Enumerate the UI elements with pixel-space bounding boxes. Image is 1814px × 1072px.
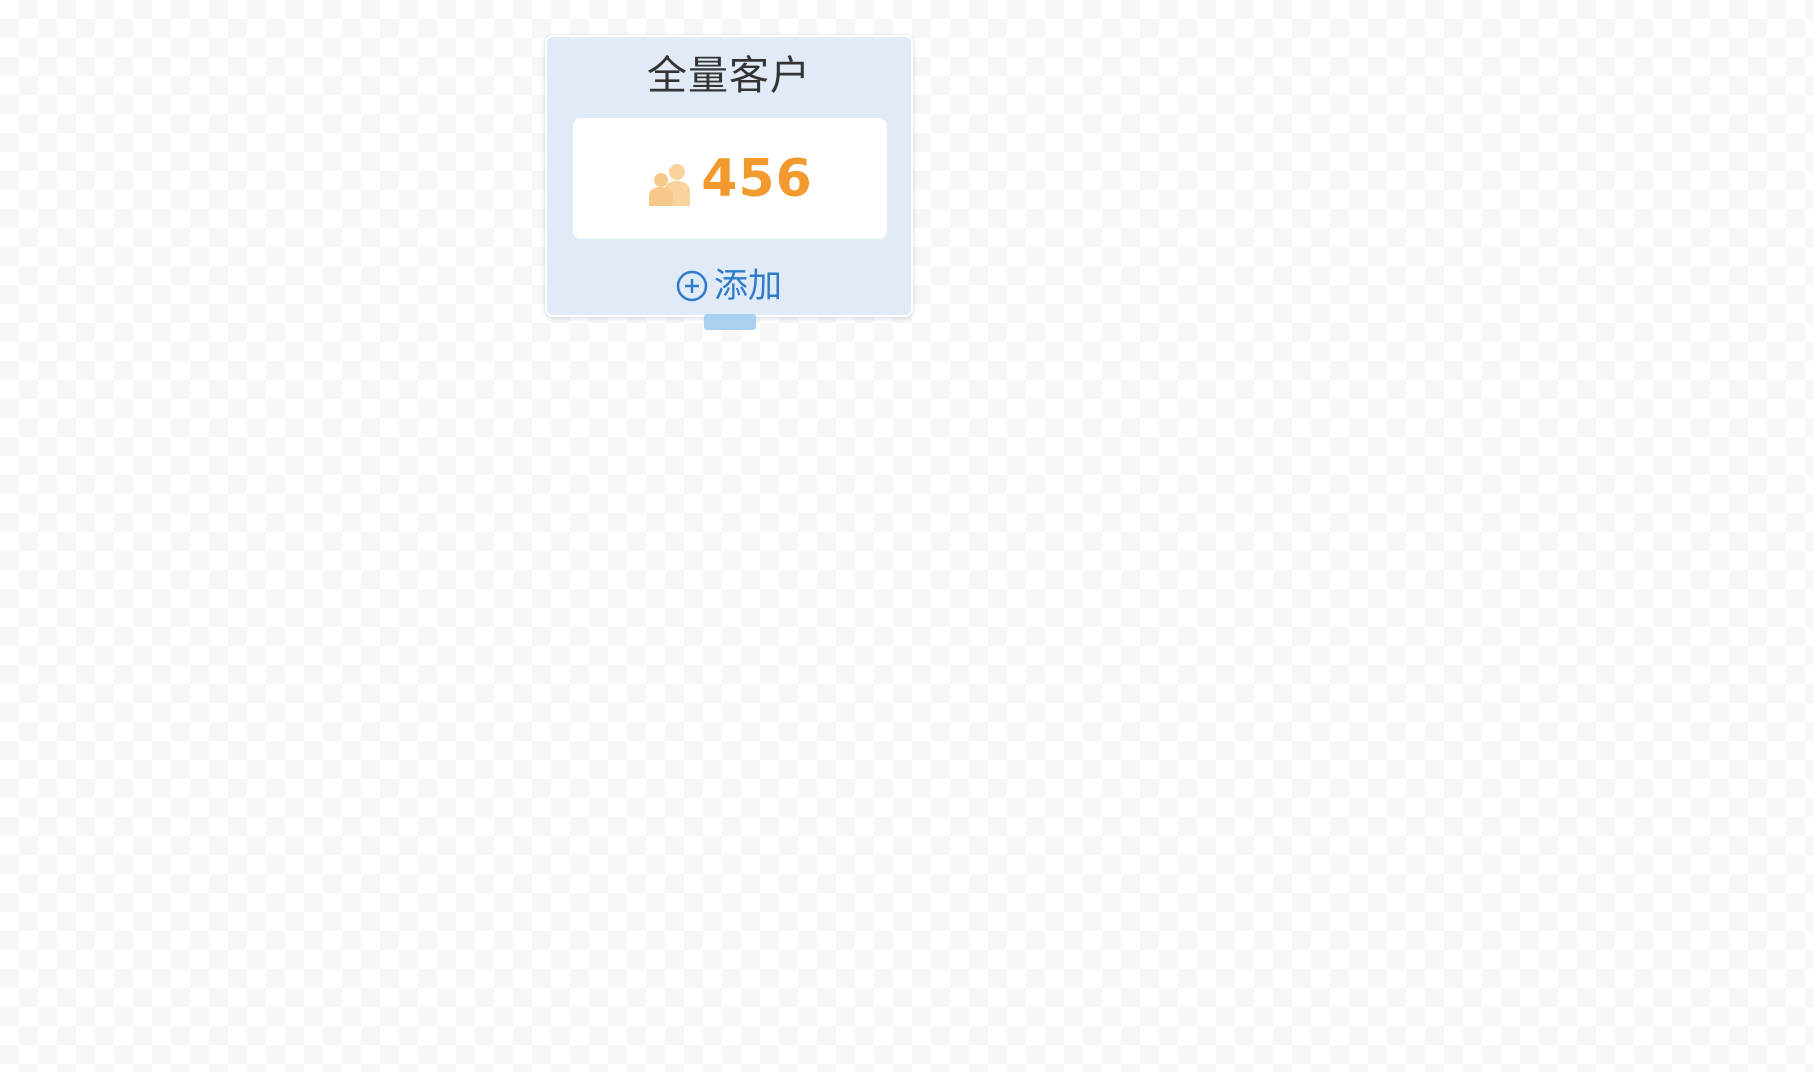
add-label: 添加 [714,266,782,306]
customer-node-card[interactable]: 全量客户 456 添加 [545,35,913,317]
customer-count: 456 [701,148,813,209]
add-button[interactable]: 添加 [547,265,911,307]
node-title: 全量客户 [647,53,811,99]
connector-handle[interactable] [704,314,756,330]
flow-canvas[interactable]: 全量客户 456 添加 [0,0,1814,1072]
plus-circle-icon [676,270,708,302]
people-icon [649,163,691,206]
customer-count-box: 456 [573,118,887,239]
